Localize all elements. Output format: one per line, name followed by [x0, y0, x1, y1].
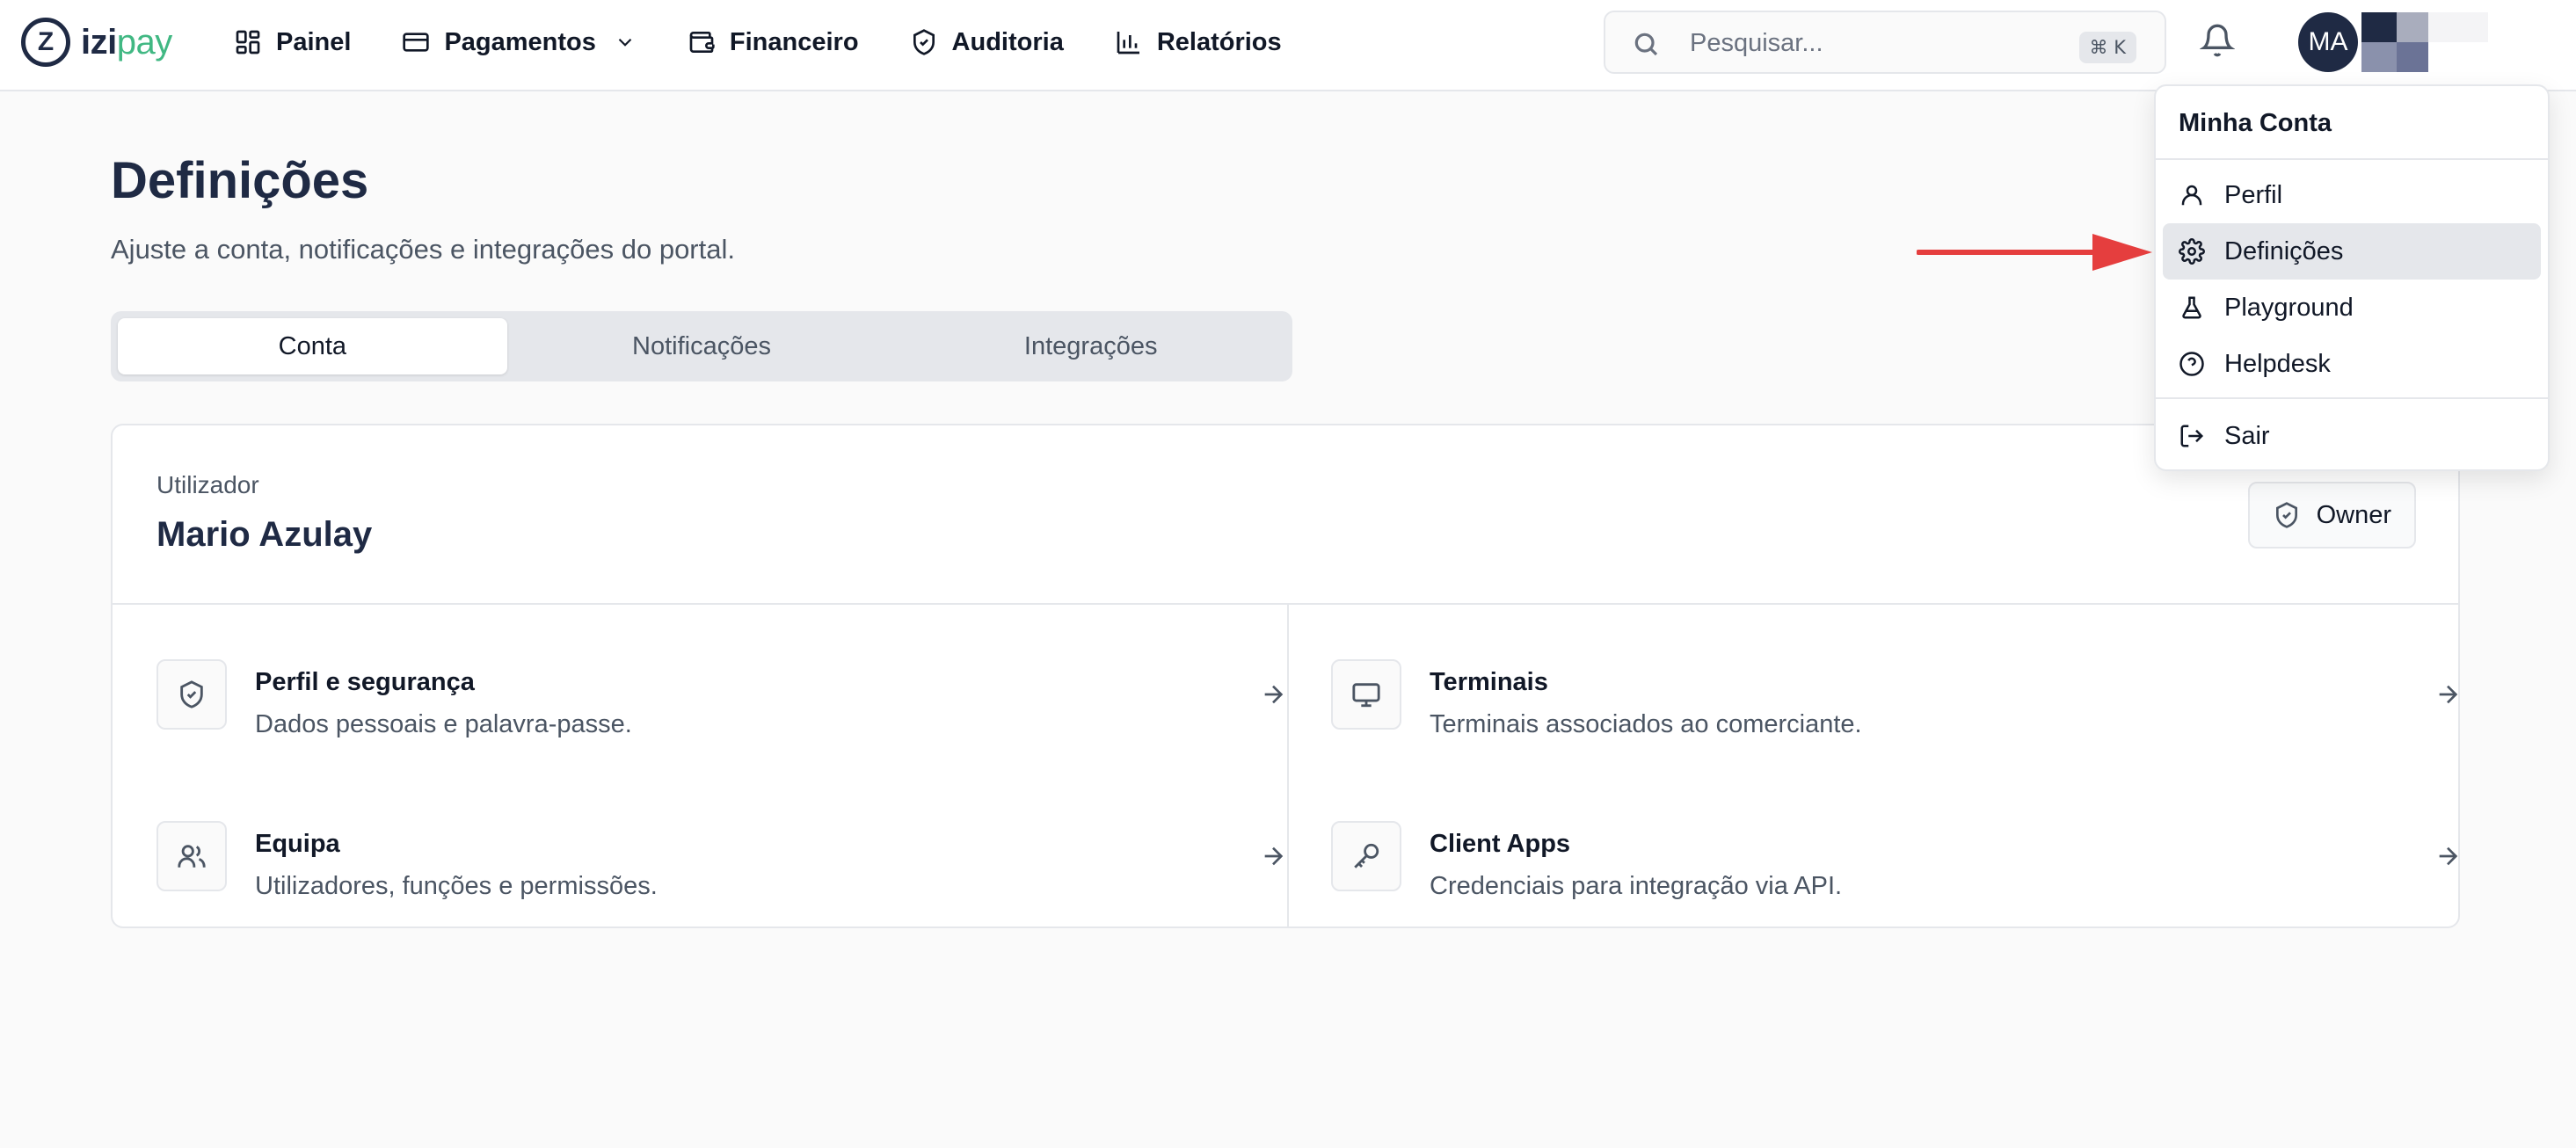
tile-terminais[interactable]: Terminais Terminais associados ao comerc… — [1331, 642, 2462, 782]
arrow-right-icon — [2439, 846, 2458, 866]
search-shortcut-badge: ⌘ K — [2078, 32, 2136, 63]
user-avatar[interactable]: MA — [2298, 12, 2358, 72]
menu-item-perfil[interactable]: Perfil — [2163, 167, 2541, 223]
settings-tabs: Conta Notificações Integrações — [111, 311, 1292, 381]
tile-client-apps[interactable]: Client Apps Credenciais para integração … — [1331, 803, 2462, 944]
arrow-right-icon — [1264, 846, 1284, 866]
credit-card-icon — [403, 33, 430, 52]
user-name: Mario Azulay — [156, 515, 373, 554]
tile-title: Client Apps — [1430, 830, 1571, 858]
izipay-logo[interactable]: Z izipay — [21, 16, 172, 69]
nav-item-pagamentos[interactable]: Pagamentos — [402, 21, 636, 63]
top-navigation-bar: Z izipay Painel Pagamentos Financeiro Au… — [0, 0, 2576, 91]
card-column-divider — [1287, 603, 1289, 928]
flask-icon — [2182, 296, 2201, 319]
annotation-arrow-icon — [1917, 234, 2152, 271]
nav-item-relatorios[interactable]: Relatórios — [1115, 21, 1282, 63]
menu-item-playground[interactable]: Playground — [2163, 280, 2541, 336]
nav-item-auditoria[interactable]: Auditoria — [910, 21, 1064, 63]
role-badge-label: Owner — [2316, 500, 2391, 529]
menu-item-sair[interactable]: Sair — [2163, 408, 2541, 464]
tile-title: Terminais — [1430, 668, 1548, 696]
redacted-user-info — [2361, 12, 2488, 72]
search-icon — [1634, 33, 1658, 56]
tile-icon-box — [156, 821, 227, 891]
dashboard-icon — [236, 30, 260, 54]
logout-icon — [2180, 425, 2204, 447]
bell-icon[interactable] — [2200, 23, 2235, 58]
izipay-logo-icon: Z — [21, 18, 70, 67]
tile-icon-box — [1331, 659, 1401, 730]
wallet-icon — [689, 32, 715, 53]
nav-item-painel[interactable]: Painel — [234, 21, 351, 63]
key-icon — [1354, 843, 1379, 868]
menu-item-label: Sair — [2224, 421, 2270, 450]
logo-wordmark: izipay — [81, 22, 172, 62]
chevron-down-icon — [618, 38, 632, 47]
menu-item-label: Perfil — [2224, 180, 2283, 209]
tile-description: Dados pessoais e palavra-passe. — [255, 710, 632, 738]
tile-equipa[interactable]: Equipa Utilizadores, funções e permissõe… — [156, 803, 1287, 944]
tile-description: Terminais associados ao comerciante. — [1430, 710, 1862, 738]
nav-item-label: Painel — [276, 27, 352, 56]
users-icon — [178, 845, 206, 868]
menu-divider — [2156, 158, 2548, 160]
user-icon — [2181, 185, 2202, 206]
page-subtitle: Ajuste a conta, notificações e integraçõ… — [111, 234, 735, 265]
menu-item-label: Playground — [2224, 293, 2354, 322]
tile-perfil-seguranca[interactable]: Perfil e segurança Dados pessoais e pala… — [156, 642, 1287, 782]
tile-description: Utilizadores, funções e permissões. — [255, 872, 658, 900]
gear-icon — [2179, 238, 2205, 265]
help-circle-icon — [2179, 352, 2204, 376]
monitor-icon — [1352, 683, 1380, 708]
search-box[interactable]: ⌘ K — [1604, 11, 2166, 74]
shield-check-icon — [2275, 502, 2297, 528]
tab-integracoes[interactable]: Integrações — [896, 318, 1285, 374]
menu-item-label: Helpdesk — [2224, 349, 2331, 378]
page-title: Definições — [111, 152, 369, 209]
menu-divider — [2156, 397, 2548, 399]
tile-title: Equipa — [255, 830, 340, 858]
menu-item-definicoes[interactable]: Definições — [2163, 223, 2541, 280]
account-menu: Minha Conta Perfil Definições Playground… — [2154, 84, 2550, 471]
shield-check-icon — [913, 29, 935, 55]
role-badge: Owner — [2247, 482, 2416, 549]
nav-item-label: Auditoria — [951, 27, 1064, 56]
arrow-right-icon — [2439, 685, 2458, 704]
account-menu-header: Minha Conta — [2179, 109, 2332, 137]
tab-conta[interactable]: Conta — [118, 318, 507, 374]
account-card: Utilizador Mario Azulay Owner Perfil e s… — [111, 424, 2460, 928]
nav-item-label: Financeiro — [729, 27, 859, 56]
tile-description: Credenciais para integração via API. — [1430, 872, 1843, 900]
tile-title: Perfil e segurança — [255, 668, 475, 696]
menu-item-helpdesk[interactable]: Helpdesk — [2163, 336, 2541, 392]
card-divider — [113, 603, 2458, 605]
main-nav: Painel Pagamentos Financeiro Auditoria R… — [234, 21, 1333, 63]
menu-item-label: Definições — [2224, 236, 2344, 265]
bar-chart-icon — [1117, 32, 1139, 54]
tile-icon-box — [156, 659, 227, 730]
arrow-right-icon — [1264, 685, 1284, 704]
search-input[interactable] — [1690, 25, 2059, 62]
shield-icon — [180, 680, 203, 708]
nav-item-label: Relatórios — [1156, 27, 1282, 56]
user-label: Utilizador — [156, 471, 259, 498]
tile-icon-box — [1331, 821, 1401, 891]
nav-item-financeiro[interactable]: Financeiro — [688, 21, 859, 63]
nav-item-label: Pagamentos — [444, 27, 596, 56]
tab-notificacoes[interactable]: Notificações — [507, 318, 897, 374]
